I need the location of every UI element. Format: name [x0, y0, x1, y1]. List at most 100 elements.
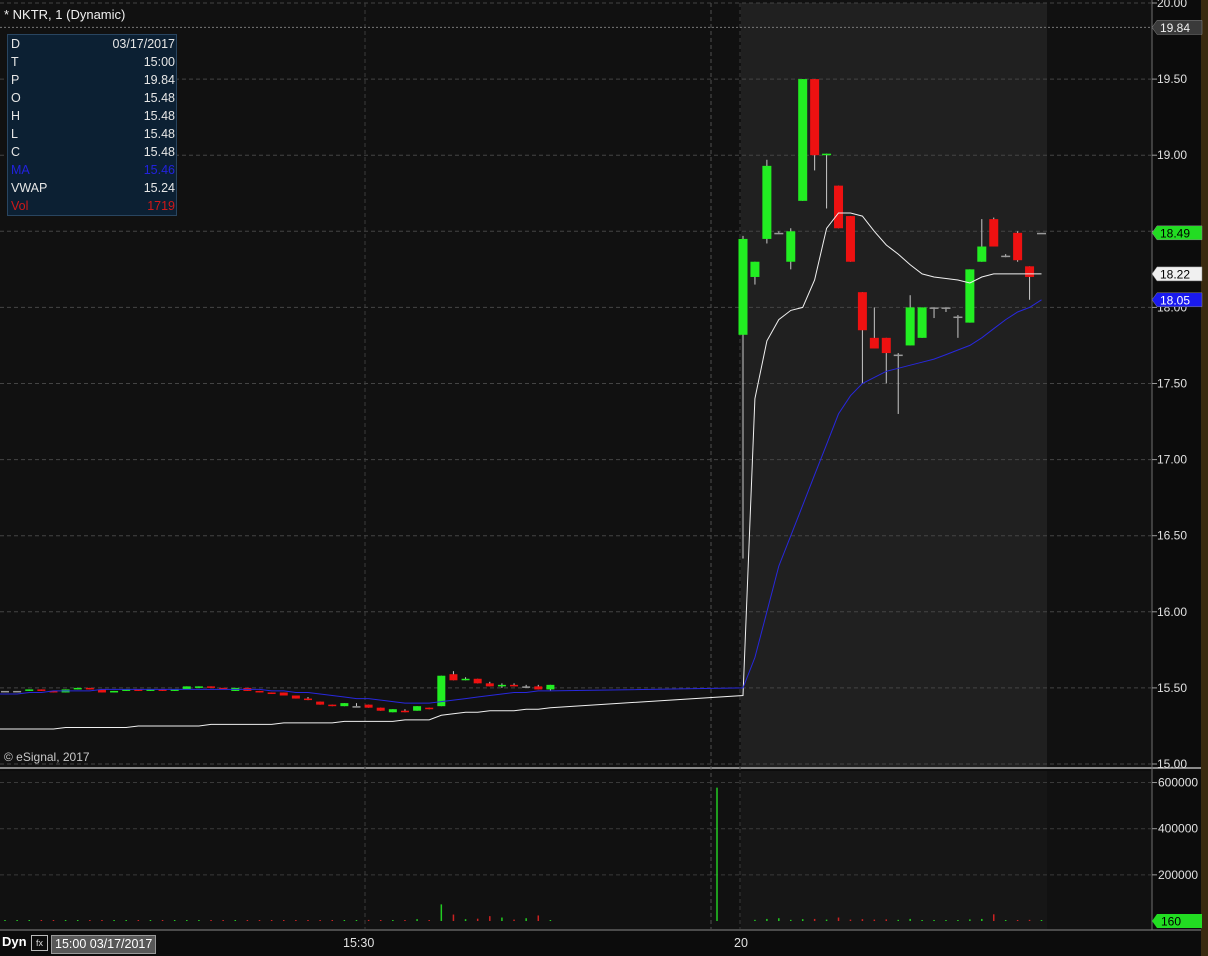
info-label: MA: [11, 163, 30, 177]
candle-body: [977, 246, 987, 262]
candle-body: [352, 706, 361, 708]
info-label: P: [11, 73, 20, 87]
info-value: 1719: [147, 199, 175, 213]
candle-body: [989, 219, 999, 247]
candle-body: [953, 316, 963, 319]
candle-body: [316, 701, 325, 705]
session-shade-volume: [741, 771, 1047, 929]
x-tick-20: 20: [734, 936, 748, 950]
candle-body: [534, 686, 543, 690]
info-label: T: [11, 55, 19, 69]
candle-body: [546, 684, 555, 690]
info-row-t: T 15:00: [8, 53, 176, 71]
price-marker-label: 18.49: [1160, 226, 1190, 240]
candle-body: [279, 692, 288, 696]
candle-body: [810, 79, 820, 156]
price-tick-label: 15.50: [1157, 681, 1187, 695]
volume-tick-label: 400000: [1158, 822, 1198, 836]
candle-body: [798, 79, 808, 201]
candle-body: [522, 686, 531, 688]
candle-body: [774, 232, 784, 235]
info-row-h: H 15.48: [8, 107, 176, 125]
price-tick-label: 15.00: [1157, 757, 1187, 771]
info-value: 15.48: [143, 127, 175, 141]
right-edge-strip: [1201, 0, 1208, 956]
candle-body: [822, 153, 832, 156]
info-label: D: [11, 37, 21, 51]
info-label: H: [11, 109, 21, 123]
info-row-l: L 15.48: [8, 125, 176, 143]
info-value: 15.46: [143, 163, 175, 177]
chart-title: * NKTR, 1 (Dynamic): [4, 7, 126, 22]
price-marker-label: 19.84: [1160, 21, 1190, 35]
volume-tick-label: 200000: [1158, 868, 1198, 882]
price-tick-label: 19.50: [1157, 72, 1187, 86]
candle-body: [413, 706, 422, 711]
candle-body: [85, 687, 94, 690]
info-label: O: [11, 91, 21, 105]
candle-body: [905, 307, 915, 346]
price-marker-label: 18.05: [1160, 293, 1190, 307]
price-tick-label: 19.00: [1157, 148, 1187, 162]
candle-body: [738, 238, 748, 335]
candle-body: [1, 690, 9, 693]
candle-body: [1037, 232, 1046, 235]
info-row-vwap: VWAP 15.24: [8, 179, 176, 197]
price-marker-label: 18.22: [1160, 267, 1190, 281]
candle-body: [485, 683, 494, 687]
info-value: 15:00: [143, 55, 175, 69]
candle-body: [1013, 232, 1023, 261]
candle-body: [1001, 255, 1011, 258]
x-tick-1530: 15:30: [343, 936, 375, 950]
info-value: 15.24: [143, 181, 175, 195]
candle-body: [845, 216, 855, 262]
candle-body: [425, 707, 434, 710]
info-value: 15.48: [143, 145, 175, 159]
candle-body: [965, 269, 975, 323]
candle-body: [400, 710, 409, 713]
candle-body: [328, 704, 337, 707]
candle-body: [340, 703, 349, 707]
candle-body: [929, 307, 939, 309]
price-tick-label: 17.00: [1157, 453, 1187, 467]
candle-body: [762, 165, 772, 239]
info-value: 19.84: [143, 73, 175, 87]
info-panel: D 03/17/2017 T 15:00 P 19.84 O 15.48 H 15.48 L 15.4…: [7, 34, 177, 216]
candle-body: [37, 689, 46, 691]
candle-body: [267, 692, 276, 694]
candle-body: [917, 307, 927, 338]
candle-body: [25, 689, 34, 691]
candle-body: [497, 684, 506, 687]
info-value: 03/17/2017: [112, 37, 175, 51]
info-value: 15.48: [143, 91, 175, 105]
price-tick-label: 16.50: [1157, 529, 1187, 543]
info-row-o: O 15.48: [8, 89, 176, 107]
info-value: 15.48: [143, 109, 175, 123]
fx-icon[interactable]: fx: [31, 935, 48, 951]
session-shade-price: [741, 3, 1047, 767]
dynamic-mode-label[interactable]: Dyn: [2, 934, 27, 949]
candle-body: [291, 695, 300, 699]
candle-body: [473, 678, 482, 684]
candle-body: [461, 678, 470, 681]
info-label: Vol: [11, 199, 29, 213]
candle-body: [110, 690, 119, 693]
info-row-d: D 03/17/2017: [8, 35, 176, 53]
candle-body: [869, 337, 879, 349]
volume-tick-label: 600000: [1158, 776, 1198, 790]
candle-body: [304, 698, 312, 701]
candle-body: [376, 707, 385, 711]
price-tick-label: 17.50: [1157, 377, 1187, 391]
price-tick-label: 16.00: [1157, 605, 1187, 619]
candle-body: [786, 231, 796, 262]
candle-body: [255, 690, 264, 693]
candle-body: [194, 686, 203, 688]
candle-body: [857, 292, 867, 331]
info-row-p: P 19.84: [8, 71, 176, 89]
price-chart[interactable]: 20.0019.5019.0018.5018.0017.5017.0016.50…: [0, 0, 1208, 956]
info-row-ma: MA 15.46: [8, 161, 176, 179]
info-label: VWAP: [11, 181, 48, 195]
copyright: © eSignal, 2017: [4, 750, 90, 764]
candle-body: [73, 687, 82, 690]
candle-body: [941, 307, 951, 309]
